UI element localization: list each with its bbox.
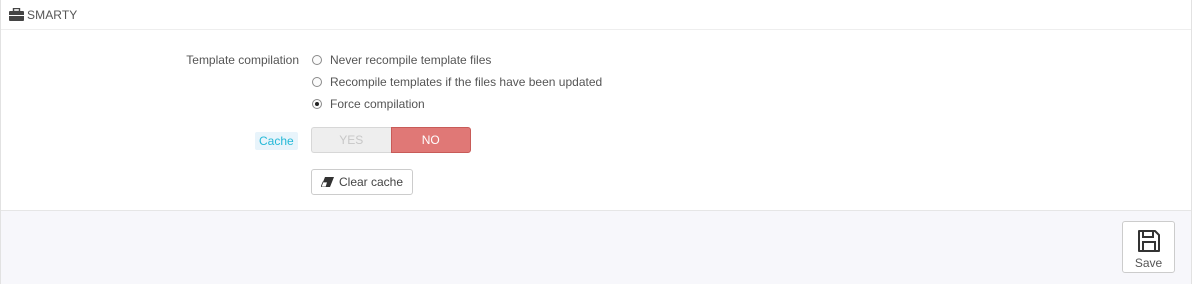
radio-button[interactable]: [312, 99, 322, 109]
radio-label: Recompile templates if the files have be…: [330, 75, 603, 89]
save-button[interactable]: Save: [1122, 221, 1175, 273]
radio-label: Force compilation: [330, 97, 425, 111]
clear-cache-button[interactable]: Clear cache: [311, 169, 413, 195]
radio-label: Never recompile template files: [330, 53, 492, 67]
panel-heading: SMARTY: [1, 0, 1191, 30]
radio-force-compilation[interactable]: Force compilation: [312, 96, 425, 112]
radio-never-recompile[interactable]: Never recompile template files: [312, 52, 491, 68]
floppy-disk-icon: [1138, 230, 1160, 252]
cache-yes-option[interactable]: YES: [311, 127, 391, 153]
save-label: Save: [1134, 256, 1163, 270]
cache-toggle[interactable]: YES NO: [311, 127, 471, 153]
cache-label: Cache: [255, 132, 298, 150]
clear-cache-label: Clear cache: [338, 175, 404, 189]
radio-button[interactable]: [312, 77, 322, 87]
briefcase-icon: [9, 8, 24, 21]
radio-recompile-if-updated[interactable]: Recompile templates if the files have be…: [312, 74, 602, 90]
panel-title: SMARTY: [27, 8, 78, 22]
cache-no-option[interactable]: NO: [390, 127, 471, 153]
radio-button[interactable]: [312, 55, 322, 65]
eraser-icon: [320, 177, 334, 187]
template-compilation-label: Template compilation: [186, 53, 299, 67]
smarty-panel: SMARTY Template compilation Never recomp…: [0, 0, 1192, 284]
panel-footer: Save: [1, 210, 1191, 284]
